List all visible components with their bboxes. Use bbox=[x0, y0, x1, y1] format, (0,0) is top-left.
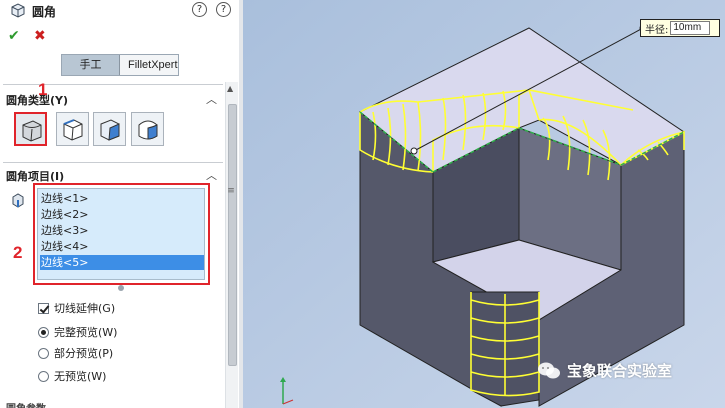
radio-unselected-icon bbox=[38, 371, 49, 382]
no-preview-radio[interactable]: 无预览(W) bbox=[38, 370, 106, 384]
collapse-chevron-icon[interactable]: ︿ bbox=[206, 167, 217, 183]
detailed-help-button[interactable]: ? bbox=[216, 2, 231, 17]
collapse-chevron-icon[interactable]: ︿ bbox=[206, 91, 217, 107]
tab-filletxpert[interactable]: FilletXpert bbox=[120, 55, 178, 75]
fillet-feature-icon bbox=[10, 2, 26, 18]
fillet-parameters-group-title[interactable]: 圆角参数 bbox=[6, 400, 46, 408]
partial-preview-label: 部分预览(P) bbox=[54, 347, 114, 360]
annotation-marker-2: 2 bbox=[13, 243, 23, 262]
full-round-icon bbox=[138, 120, 158, 140]
axis-triad-icon bbox=[280, 377, 294, 405]
radius-callout[interactable]: 半径: 10mm bbox=[640, 19, 720, 37]
section-divider bbox=[3, 84, 223, 85]
list-item[interactable]: 边线<1> bbox=[40, 191, 204, 206]
tangent-propagation-checkbox[interactable]: 切线延伸(G) bbox=[38, 302, 115, 316]
tab-manual[interactable]: 手工 bbox=[62, 55, 120, 75]
panel-header: 圆角 ? ? bbox=[0, 0, 243, 22]
full-preview-label: 完整预览(W) bbox=[54, 326, 118, 339]
scroll-up-arrow-icon[interactable]: ▲ bbox=[227, 84, 233, 93]
radius-label: 半径: bbox=[645, 24, 669, 36]
property-manager-panel: 圆角 ? ? ✔ ✖ 手工 FilletXpert 圆角类型(Y) ︿ 1 圆角… bbox=[0, 0, 243, 408]
graphics-viewport[interactable]: 半径: 10mm 宝象联合实验室 bbox=[243, 0, 725, 408]
fillet-items-group-title[interactable]: 圆角项目(I) bbox=[6, 168, 64, 184]
partial-preview-radio[interactable]: 部分预览(P) bbox=[38, 347, 113, 361]
list-item[interactable]: 边线<3> bbox=[40, 223, 204, 238]
list-resize-handle[interactable] bbox=[118, 285, 124, 291]
list-item-selected[interactable]: 边线<5> bbox=[40, 255, 204, 270]
chat-bubble-icon bbox=[538, 362, 560, 378]
face-fillet-button[interactable] bbox=[93, 112, 126, 146]
tangent-propagation-label: 切线延伸(G) bbox=[54, 302, 116, 315]
radio-selected-icon bbox=[38, 327, 49, 338]
checkbox-checked-icon bbox=[38, 303, 49, 314]
annotation-marker-1: 1 bbox=[38, 80, 48, 99]
no-preview-label: 无预览(W) bbox=[54, 370, 107, 383]
list-item[interactable]: 边线<2> bbox=[40, 207, 204, 222]
panel-scrollbar[interactable]: ▲ bbox=[225, 82, 238, 408]
ok-button[interactable]: ✔ bbox=[8, 28, 20, 44]
edge-selection-list[interactable]: 边线<1> 边线<2> 边线<3> 边线<4> 边线<5> bbox=[37, 188, 205, 280]
watermark: 宝象联合实验室 bbox=[537, 360, 672, 381]
scroll-thumb[interactable] bbox=[228, 104, 237, 366]
mode-tabs: 手工 FilletXpert bbox=[61, 54, 179, 76]
full-preview-radio[interactable]: 完整预览(W) bbox=[38, 326, 117, 340]
list-item[interactable]: 边线<4> bbox=[40, 239, 204, 254]
edge-selection-icon bbox=[10, 192, 26, 208]
radius-input[interactable]: 10mm bbox=[670, 21, 711, 35]
feature-title: 圆角 bbox=[32, 5, 57, 19]
face-fillet-icon bbox=[100, 119, 120, 141]
model-view bbox=[243, 0, 725, 408]
cancel-button[interactable]: ✖ bbox=[34, 28, 46, 44]
callout-anchor-point[interactable] bbox=[410, 147, 418, 155]
section-divider bbox=[3, 162, 223, 163]
watermark-text: 宝象联合实验室 bbox=[567, 362, 673, 380]
full-round-fillet-button[interactable] bbox=[131, 112, 164, 146]
constant-radius-fillet-button[interactable] bbox=[14, 112, 47, 146]
variable-radius-fillet-button[interactable] bbox=[56, 112, 89, 146]
variable-radius-icon bbox=[63, 119, 83, 141]
constant-radius-icon bbox=[22, 120, 42, 142]
help-button[interactable]: ? bbox=[192, 2, 207, 17]
splitter-grip-icon[interactable]: ≡ bbox=[225, 186, 237, 198]
radio-unselected-icon bbox=[38, 348, 49, 359]
